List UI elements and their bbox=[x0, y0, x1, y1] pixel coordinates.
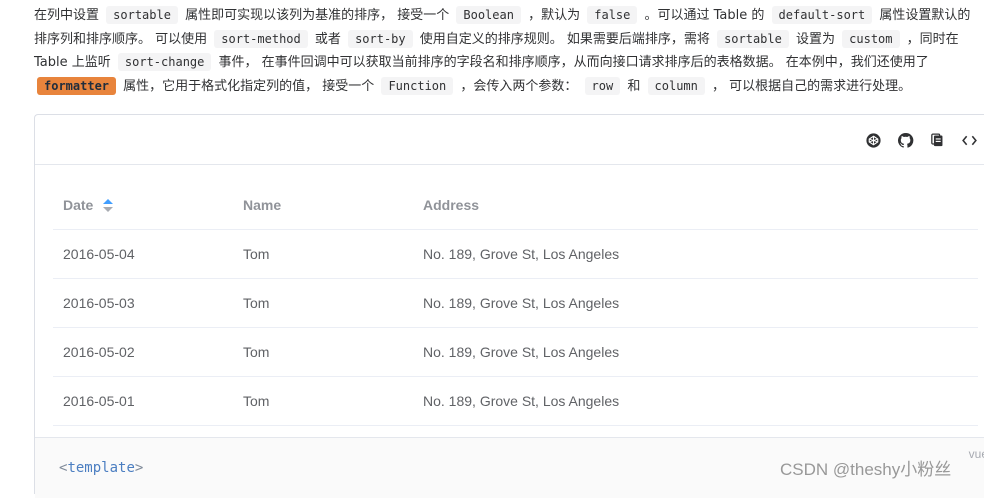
inline-code-column: column bbox=[647, 76, 705, 95]
inline-code-sortable: sortable bbox=[717, 29, 789, 48]
column-header-name: Name bbox=[243, 197, 282, 213]
column-header-date[interactable]: Date bbox=[53, 197, 233, 213]
inline-code-custom: custom bbox=[842, 29, 900, 48]
text: ，同时在 bbox=[906, 31, 959, 47]
sort-caret-icon[interactable] bbox=[103, 199, 114, 213]
inline-code-boolean: Boolean bbox=[456, 6, 521, 24]
text: 属性，它用于格式化指定列的值， 接受一个 bbox=[123, 78, 375, 94]
inline-code-sortable: sortable bbox=[106, 6, 178, 24]
column-header-address: Address bbox=[423, 197, 480, 213]
text: 设置为 bbox=[796, 31, 836, 47]
text: 或者 bbox=[314, 31, 341, 47]
demo-block: Date Name Address 2016-05-04 Tom No. 189… bbox=[34, 114, 984, 498]
cell-address: No. 189, Grove St, Los Angeles bbox=[423, 393, 620, 409]
description-line-4: formatter 属性，它用于格式化指定列的值， 接受一个 Function … bbox=[34, 75, 984, 99]
copy-icon[interactable] bbox=[928, 131, 946, 149]
text: 。可以通过 Table 的 bbox=[644, 8, 765, 23]
tag-name: template bbox=[67, 460, 135, 476]
code-line: <template> bbox=[59, 460, 143, 476]
text: ，默认为 bbox=[528, 8, 581, 23]
cell-date: 2016-05-03 bbox=[63, 295, 135, 311]
table-row: 2016-05-03 Tom No. 189, Grove St, Los An… bbox=[53, 279, 978, 328]
inline-code-sort-by: sort-by bbox=[348, 29, 413, 48]
text: 排序列和排序顺序。 可以使用 bbox=[34, 31, 208, 47]
codepen-icon[interactable] bbox=[864, 131, 882, 149]
inline-code-default-sort: default-sort bbox=[771, 6, 873, 24]
description-paragraph: 在列中设置 sortable 属性即可实现以该列为基准的排序， 接受一个 Boo… bbox=[34, 4, 984, 98]
cell-date: 2016-05-02 bbox=[63, 344, 135, 360]
table-row: 2016-05-04 Tom No. 189, Grove St, Los An… bbox=[53, 230, 978, 279]
inline-code-sort-method: sort-method bbox=[214, 29, 308, 48]
data-table: Date Name Address 2016-05-04 Tom No. 189… bbox=[53, 181, 978, 426]
description-line-2: 排序列和排序顺序。 可以使用 sort-method 或者 sort-by 使用… bbox=[34, 28, 984, 52]
watermark: CSDN @theshy小粉丝 bbox=[780, 460, 952, 479]
cell-address: No. 189, Grove St, Los Angeles bbox=[423, 295, 620, 311]
text: 属性即可实现以该列为基准的排序， 接受一个 bbox=[185, 8, 450, 23]
table-header-row: Date Name Address bbox=[53, 181, 978, 230]
text: Table 上监听 bbox=[34, 55, 111, 70]
github-icon[interactable] bbox=[896, 131, 914, 149]
inline-code-row: row bbox=[584, 76, 621, 95]
language-label: vue bbox=[968, 447, 984, 461]
inline-code-formatter-highlighted: formatter bbox=[37, 76, 117, 95]
inline-code-function: Function bbox=[381, 76, 454, 95]
cell-date: 2016-05-04 bbox=[63, 246, 135, 262]
header-label: Date bbox=[63, 196, 94, 213]
cell-name: Tom bbox=[243, 393, 270, 409]
demo-toolbar bbox=[35, 115, 984, 165]
cell-address: No. 189, Grove St, Los Angeles bbox=[423, 344, 620, 360]
table-row: 2016-05-01 Tom No. 189, Grove St, Los An… bbox=[53, 377, 978, 426]
code-icon[interactable] bbox=[960, 131, 978, 149]
description-line-3: Table 上监听 sort-change 事件， 在事件回调中可以获取当前排序… bbox=[34, 51, 984, 75]
text: 和 bbox=[627, 78, 641, 94]
text: 属性设置默认的 bbox=[879, 8, 971, 23]
cell-name: Tom bbox=[243, 344, 270, 360]
cell-address: No. 189, Grove St, Los Angeles bbox=[423, 246, 620, 262]
tag-close-bracket: > bbox=[134, 460, 144, 476]
text: 事件， 在事件回调中可以获取当前排序的字段名和排序顺序，从而向接口请求排序后的表… bbox=[218, 55, 929, 70]
text: ，会传入两个参数： bbox=[460, 78, 578, 94]
text: 使用自定义的排序规则。 如果需要后端排序，需将 bbox=[419, 31, 710, 47]
inline-code-sort-change: sort-change bbox=[117, 53, 212, 71]
text: ， 可以根据自己的需求进行处理。 bbox=[712, 78, 912, 94]
text: 在列中设置 bbox=[34, 8, 100, 23]
description-line-1: 在列中设置 sortable 属性即可实现以该列为基准的排序， 接受一个 Boo… bbox=[34, 4, 984, 28]
inline-code-false: false bbox=[587, 6, 638, 24]
table-row: 2016-05-02 Tom No. 189, Grove St, Los An… bbox=[53, 328, 978, 377]
cell-name: Tom bbox=[243, 295, 270, 311]
cell-name: Tom bbox=[243, 246, 270, 262]
cell-date: 2016-05-01 bbox=[63, 393, 135, 409]
